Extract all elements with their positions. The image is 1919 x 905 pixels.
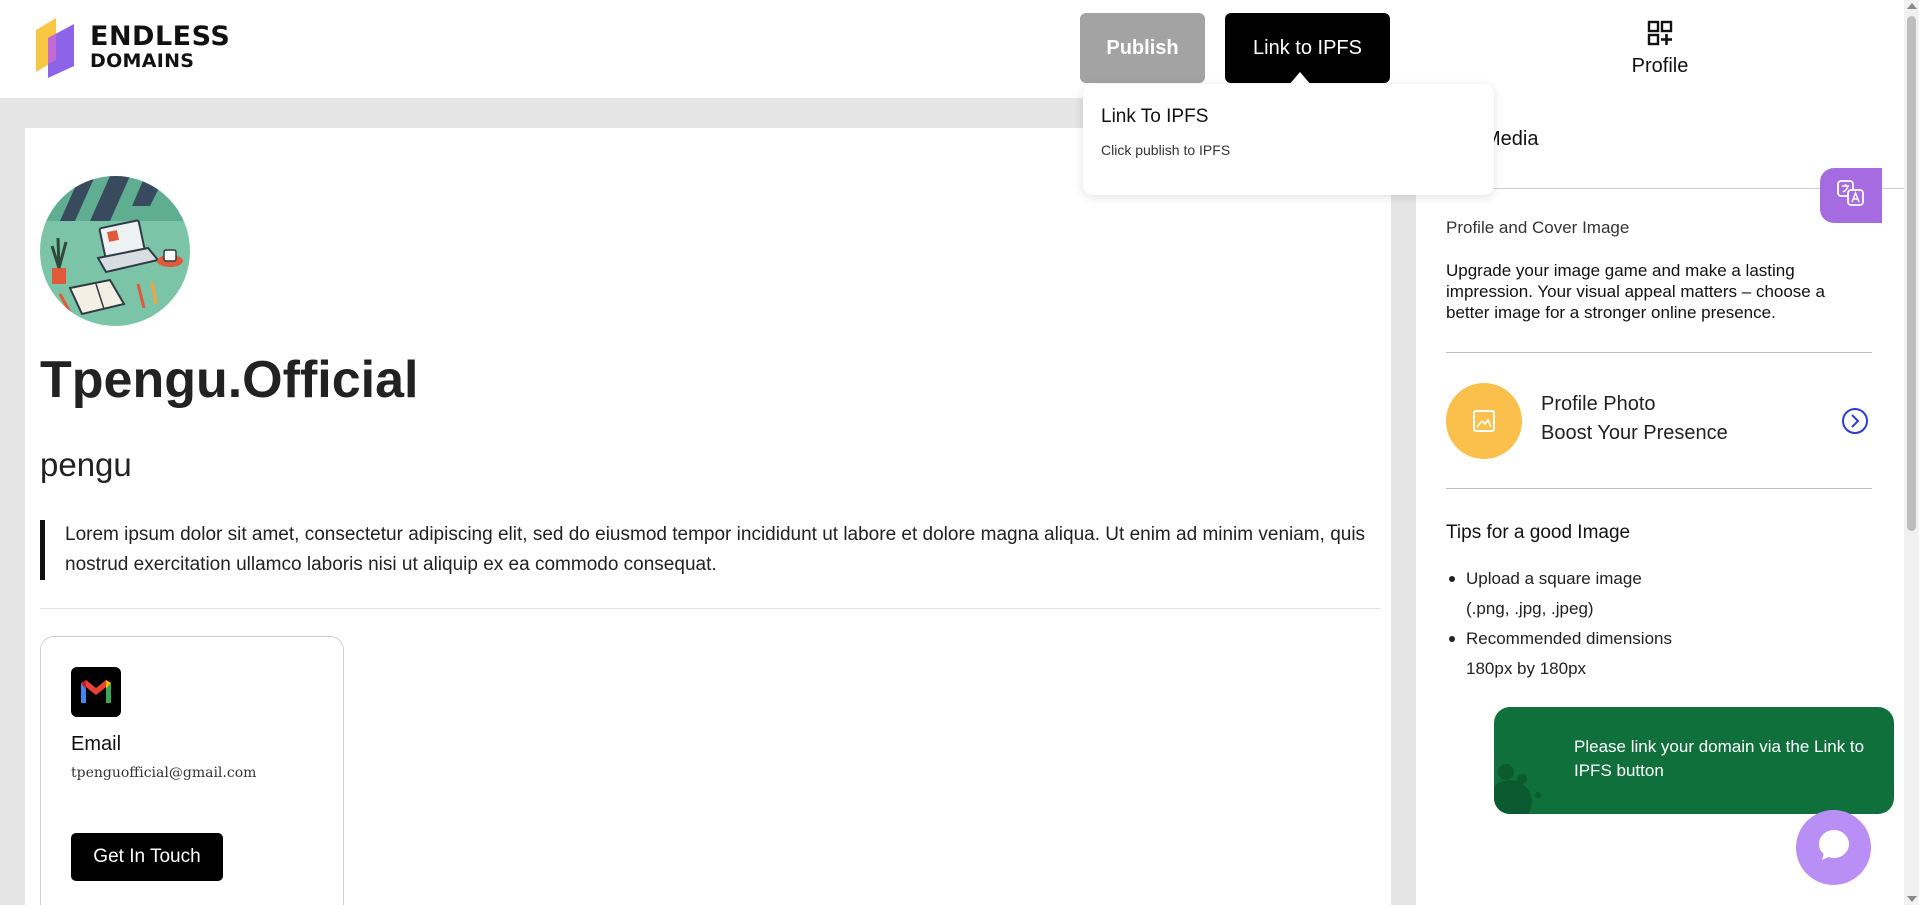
top-bar: ENDLESS DOMAINS Publish Link to IPFS Pro… [0,0,1904,98]
profile-nav-label: Profile [1631,55,1689,77]
tip-line: (.png, .jpg, .jpeg) [1466,599,1594,618]
link-ipfs-tooltip: Link To IPFS Click publish to IPFS [1083,84,1494,195]
publish-button[interactable]: Publish [1080,13,1205,83]
chevron-right-circle-icon[interactable] [1841,407,1869,435]
email-contact-card: Email tpenguofficial@gmail.com Get In To… [40,636,344,905]
logo-line-1: ENDLESS [90,21,231,52]
scroll-down-arrow-icon[interactable] [1907,896,1917,902]
profile-bio: Lorem ipsum dolor sit amet, consectetur … [40,520,1380,580]
tips-list: Upload a square image (.png, .jpg, .jpeg… [1446,564,1846,684]
logo-text: ENDLESS DOMAINS [90,23,230,71]
profile-name: Tpengu.Official [40,351,419,409]
profile-photo-option[interactable]: Profile Photo Boost Your Presence [1446,383,1872,459]
avatar[interactable] [40,176,190,326]
page-scrollbar[interactable] [1904,0,1919,905]
tip-item: Upload a square image (.png, .jpg, .jpeg… [1446,564,1846,624]
grid-plus-icon [1647,20,1673,51]
tip-line: Recommended dimensions [1466,629,1672,648]
link-domain-toast[interactable]: Please link your domain via the Link to … [1494,707,1894,814]
profile-nav-button[interactable]: Profile [1416,0,1904,98]
toast-decoration-icon [1494,764,1541,814]
profile-preview-card: Tpengu.Official pengu Lorem ipsum dolor … [25,128,1391,905]
endless-domains-logo[interactable]: ENDLESS DOMAINS [34,16,230,78]
contact-title: Email [71,733,122,755]
section-divider [40,608,1380,609]
profile-handle: pengu [40,446,132,483]
panel-subtitle: Profile and Cover Image [1446,218,1630,237]
logo-line-2: DOMAINS [90,50,195,72]
panel-description: Upgrade your image game and make a lasti… [1446,261,1825,322]
chat-launcher-button[interactable] [1796,810,1871,885]
tooltip-title: Link To IPFS [1101,106,1209,127]
tips-title: Tips for a good Image [1446,522,1631,543]
toast-message: Please link your domain via the Link to … [1574,737,1865,780]
profile-photo-title: Profile Photo [1541,393,1656,415]
panel-divider [1446,488,1872,489]
image-icon [1446,383,1522,459]
chat-bubble-icon [1816,827,1852,868]
tip-item: Recommended dimensions 180px by 180px [1446,624,1846,684]
profile-photo-subtitle: Boost Your Presence [1541,422,1728,444]
translate-icon [1836,178,1866,213]
get-in-touch-button[interactable]: Get In Touch [71,833,223,881]
scrollbar-thumb[interactable] [1907,16,1916,531]
tooltip-caret [1288,72,1312,86]
contact-email: tpenguofficial@gmail.com [71,765,257,781]
gmail-icon [71,667,121,717]
tip-line: Upload a square image [1466,569,1642,588]
preview-canvas: Tpengu.Official pengu Lorem ipsum dolor … [0,98,1416,905]
logo-mark-icon [34,16,84,78]
scroll-up-arrow-icon[interactable] [1907,3,1917,9]
translate-button[interactable] [1820,168,1882,223]
panel-divider [1446,352,1872,353]
tip-line: 180px by 180px [1466,659,1587,678]
tooltip-text: Click publish to IPFS [1101,142,1231,158]
